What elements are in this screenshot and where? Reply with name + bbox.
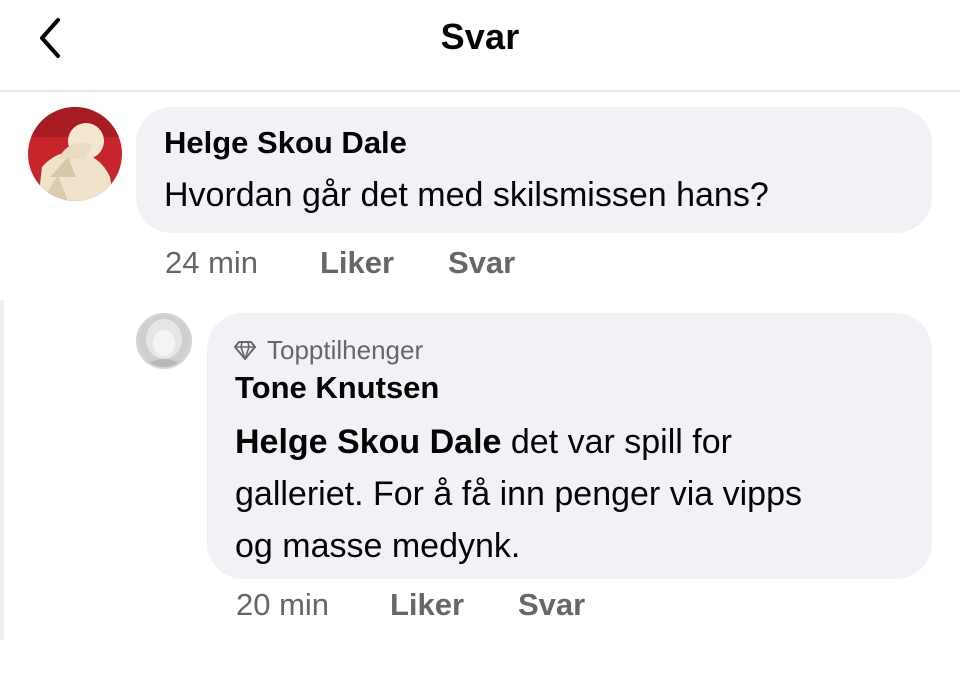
top-fan-badge: Topptilhenger — [233, 333, 423, 367]
comment-author[interactable]: Helge Skou Dale — [164, 124, 407, 162]
reply-timestamp[interactable]: 20 min — [236, 587, 390, 623]
reply-author[interactable]: Tone Knutsen — [235, 369, 439, 407]
reply-text: Helge Skou Dale det var spill for galler… — [235, 416, 802, 572]
reply-button[interactable]: Svar — [518, 587, 585, 623]
reply-actions: 20 min Liker Svar — [236, 587, 585, 623]
page-title: Svar — [440, 16, 520, 57]
comment-timestamp[interactable]: 24 min — [165, 245, 320, 281]
badge-label: Topptilhenger — [267, 334, 424, 365]
avatar[interactable] — [136, 313, 192, 369]
avatar[interactable] — [28, 107, 122, 201]
reply-bubble: Topptilhenger Tone Knutsen Helge Skou Da… — [207, 313, 932, 579]
reply-text-line-3: og masse medynk. — [235, 527, 521, 565]
top-bar: Svar — [0, 0, 960, 92]
reply-button[interactable]: Svar — [448, 245, 515, 281]
like-button[interactable]: Liker — [390, 587, 518, 623]
thread-line — [0, 300, 4, 640]
mention-link[interactable]: Helge Skou Dale — [235, 423, 501, 461]
comment-actions: 24 min Liker Svar — [165, 245, 515, 281]
comment-bubble: Helge Skou Dale Hvordan går det med skil… — [136, 107, 932, 233]
comment-text: Hvordan går det med skilsmissen hans? — [164, 176, 769, 214]
diamond-icon — [234, 341, 256, 360]
reply-text-line-1: det var spill for — [501, 423, 732, 461]
like-button[interactable]: Liker — [320, 245, 448, 281]
reply-text-line-2: galleriet. For å få inn penger via vipps — [235, 475, 802, 513]
